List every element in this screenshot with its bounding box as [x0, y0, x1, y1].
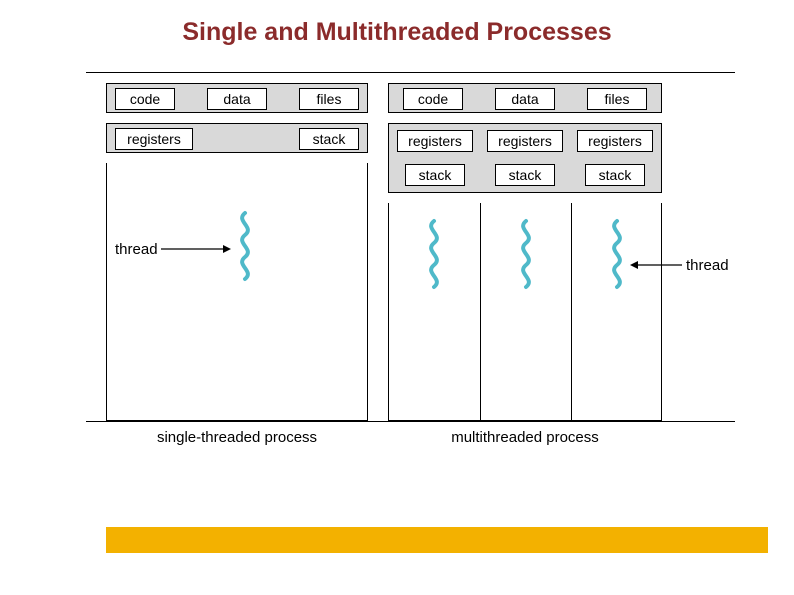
- threads-body: [388, 203, 662, 421]
- divider-1: [480, 203, 481, 420]
- divider-2: [571, 203, 572, 420]
- thread-squiggle-icon: [424, 221, 444, 291]
- shared-resources-row: code data files: [388, 83, 662, 113]
- diagram-area: code data files registers stack thread s…: [86, 72, 735, 422]
- thread-squiggle-icon: [516, 221, 536, 291]
- footer-bar: [26, 527, 768, 553]
- stack-box-1: stack: [405, 164, 465, 186]
- page-title: Single and Multithreaded Processes: [0, 18, 794, 47]
- data-box: data: [495, 88, 555, 110]
- arrow-icon: [161, 249, 231, 250]
- registers-box: registers: [115, 128, 193, 150]
- thread-squiggle-icon: [607, 221, 627, 291]
- footer-notch: [26, 527, 106, 553]
- thread-squiggle-icon: [235, 213, 255, 283]
- single-threaded-process: code data files registers stack thread s…: [106, 83, 368, 421]
- thread-resources-row: registers stack: [106, 123, 368, 153]
- files-box: files: [299, 88, 359, 110]
- data-box: data: [207, 88, 267, 110]
- thread-body: thread: [106, 163, 368, 421]
- registers-box-2: registers: [487, 130, 563, 152]
- shared-resources-row: code data files: [106, 83, 368, 113]
- stack-box-3: stack: [585, 164, 645, 186]
- per-thread-resources-row: registers registers registers stack stac…: [388, 123, 662, 193]
- caption: multithreaded process: [388, 429, 662, 446]
- files-box: files: [587, 88, 647, 110]
- stack-box: stack: [299, 128, 359, 150]
- thread-label: thread: [115, 241, 158, 258]
- arrow-icon: [630, 265, 682, 266]
- code-box: code: [115, 88, 175, 110]
- stack-box-2: stack: [495, 164, 555, 186]
- registers-box-1: registers: [397, 130, 473, 152]
- caption: single-threaded process: [106, 429, 368, 446]
- code-box: code: [403, 88, 463, 110]
- thread-label-right: thread: [686, 257, 729, 274]
- multithreaded-process: code data files registers registers regi…: [388, 83, 662, 421]
- registers-box-3: registers: [577, 130, 653, 152]
